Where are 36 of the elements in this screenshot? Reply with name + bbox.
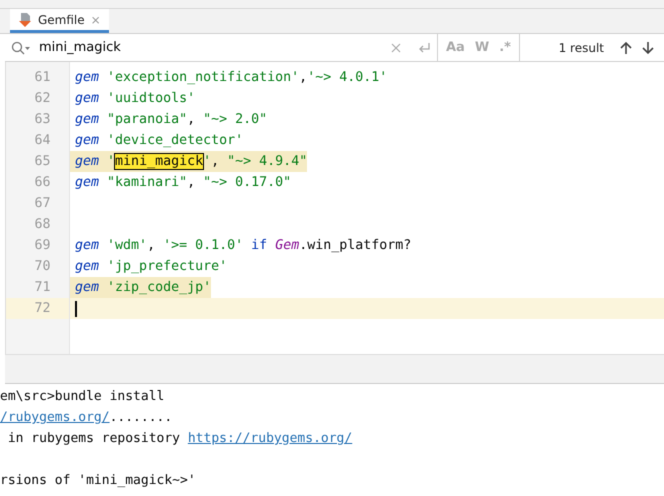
arrow-down-icon[interactable] [642,40,654,54]
line-number: 65 [33,153,52,171]
code-row-text: gem 'uuidtools' [74,90,196,108]
arrow-up-icon[interactable] [620,40,632,54]
line-number: 72 [6,298,69,319]
file-icon [18,12,32,28]
code-row: gem 'mini_magick', "~> 4.9.4" [70,151,664,172]
terminal-line: em\src>bundle install [0,388,166,406]
search-input[interactable]: mini_magick [37,39,385,56]
line-number: 66 [33,174,52,192]
line-number: 63 [33,111,52,129]
terminal-line: rsions of 'mini_magick~>' [0,472,197,490]
line-number: 62 [33,90,52,108]
terminal-link[interactable]: https://rubygems.org/ [188,428,352,449]
line-number: 71 [33,279,52,297]
editor-tab[interactable]: Gemfile × [10,9,109,33]
terminal-line: in rubygems repository https://rubygems.org/ [0,428,664,449]
text-caret [75,300,77,316]
line-number: 64 [33,132,52,150]
code-row-text: gem 'wdm', '>= 0.1.0' if Gem.win_platform? [74,237,412,255]
code-row-text: gem 'exception_notification','~> 4.0.1' [74,69,388,87]
search-icon [11,40,31,54]
close-icon[interactable]: × [90,12,101,26]
line-number: 70 [33,258,52,276]
result-count: 1 result [558,40,604,54]
line-number: 61 [33,69,52,87]
code-row-text: gem 'device_detector' [74,132,244,150]
terminal-link[interactable]: /rubygems.org/ [0,407,110,428]
code-row-text: gem "kaminari", "~> 0.17.0" [74,174,292,192]
code-row-text: gem 'jp_prefecture' [74,258,228,276]
line-number: 68 [33,216,52,234]
line-number: 69 [33,237,52,255]
code-row-text: gem "paranoia", "~> 2.0" [74,111,268,129]
terminal-line: /rubygems.org/........ [0,407,664,428]
code-row: gem 'zip_code_jp' [70,277,664,298]
line-number: 67 [33,195,52,213]
